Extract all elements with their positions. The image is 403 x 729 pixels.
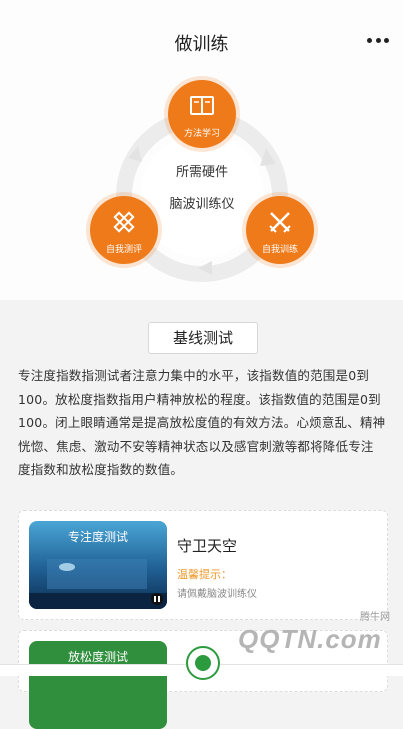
relaxation-test-caption: 放松度测试	[67, 650, 128, 664]
book-icon	[190, 96, 214, 115]
watermark-text: 腾牛网	[360, 612, 390, 623]
attention-test-caption: 专注度测试	[67, 530, 128, 544]
training-cycle-diagram: 所需硬件 脑波训练仪 方法学习 自我训练 自我测评	[0, 68, 403, 300]
pause-icon[interactable]	[151, 593, 163, 605]
tip-text: 请佩戴脑波训练仪	[177, 589, 257, 600]
game-name: 守卫天空	[177, 537, 238, 555]
page-title: 做训练	[174, 34, 229, 55]
more-menu-icon[interactable]	[367, 38, 389, 44]
watermark-logo: QQTN.com	[238, 624, 382, 654]
self-training-node[interactable]: 自我训练	[246, 196, 314, 264]
test-card-attention[interactable]: 专注度测试 守卫天空 温馨提示： 请佩戴脑波训练仪	[18, 510, 388, 620]
top-bar: 做训练	[0, 0, 403, 69]
pencil-ruler-icon	[113, 211, 135, 233]
hardware-device-name: 脑波训练仪	[169, 197, 235, 212]
method-learning-node[interactable]: 方法学习	[168, 80, 236, 148]
attention-test-thumbnail[interactable]: 专注度测试	[29, 521, 167, 609]
baseline-description: 专注度指数指测试者注意力集中的水平，该指数值的范围是0到100。放松度指数指用户…	[18, 368, 386, 477]
self-assessment-node[interactable]: 自我测评	[90, 196, 158, 264]
baseline-test-heading: 基线测试	[148, 322, 258, 354]
hardware-label: 所需硬件	[175, 165, 228, 180]
tip-label: 温馨提示：	[177, 568, 232, 581]
crossed-swords-icon	[269, 212, 291, 233]
method-learning-label: 方法学习	[183, 129, 220, 139]
relaxation-test-thumbnail[interactable]: 放松度测试	[29, 641, 167, 729]
self-training-label: 自我训练	[261, 245, 298, 255]
self-assessment-label: 自我测评	[105, 245, 142, 255]
